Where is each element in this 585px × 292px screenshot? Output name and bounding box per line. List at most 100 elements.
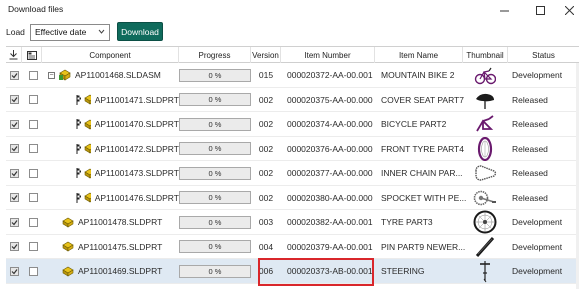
component-name: AP11001468.SLDASM — [75, 70, 161, 80]
item-name-cell: STEERING — [381, 266, 425, 276]
grid-header: Component Progress Version Item Number I… — [6, 47, 579, 63]
column-header-component[interactable]: Component — [42, 47, 179, 63]
progress-bar: 0 % — [179, 117, 251, 131]
item-number-cell: 000020375-AA-00.000 — [287, 94, 373, 105]
progress-bar: 0 % — [179, 68, 251, 82]
row-select-checkbox[interactable] — [29, 63, 38, 87]
download-icon — [9, 50, 18, 60]
checkered-flag-icon — [76, 94, 82, 105]
checkered-flag-icon — [76, 192, 82, 203]
column-header-version[interactable]: Version — [251, 47, 281, 63]
load-dropdown-value: Effective date — [35, 27, 87, 37]
table-row[interactable]: AP11001470.SLDPRT 0 % 002 000020374-AA-0… — [6, 112, 579, 137]
item-name-cell: BICYCLE PART2 — [381, 119, 447, 129]
status-cell: Released — [512, 168, 548, 178]
row-download-checkbox[interactable] — [10, 88, 19, 112]
table-row[interactable]: AP11001473.SLDPRT 0 % 002 000020377-AA-0… — [6, 161, 579, 186]
row-select-checkbox[interactable] — [29, 137, 38, 161]
version-cell: 002 — [258, 143, 274, 154]
row-select-checkbox[interactable] — [29, 161, 38, 185]
status-cell: Released — [512, 94, 548, 105]
component-name: AP11001470.SLDPRT — [94, 119, 179, 129]
version-cell: 003 — [258, 217, 274, 227]
progress-bar: 0 % — [179, 142, 251, 155]
row-download-checkbox[interactable] — [10, 186, 19, 210]
version-cell: 002 — [258, 94, 274, 105]
load-dropdown[interactable]: Effective date — [30, 24, 110, 41]
checkered-flag-icon — [76, 168, 82, 178]
maximize-button[interactable] — [524, 0, 556, 20]
status-cell: Development — [512, 241, 563, 252]
expand-collapse-icon[interactable]: − — [48, 71, 55, 79]
row-download-checkbox[interactable] — [10, 63, 19, 87]
row-download-checkbox[interactable] — [10, 235, 19, 259]
version-cell: 002 — [258, 192, 274, 203]
row-select-checkbox[interactable] — [29, 259, 38, 283]
item-name-cell: FRONT TYRE PART4 — [381, 143, 464, 154]
row-select-checkbox[interactable] — [29, 112, 38, 136]
frame-thumbnail — [468, 112, 502, 136]
item-name-cell: SPOCKET WITH PE... — [381, 192, 467, 203]
download-column-header[interactable] — [6, 47, 22, 63]
item-name-cell: COVER SEAT PART7 — [381, 94, 464, 105]
status-cell: Development — [512, 266, 563, 276]
table-row[interactable]: − AP11001468.SLDASM 0 % 015 000020372-AA… — [6, 63, 579, 88]
row-download-checkbox[interactable] — [10, 112, 19, 136]
component-name: AP11001478.SLDPRT — [78, 217, 163, 227]
table-row[interactable]: AP11001475.SLDPRT 0 % 004 000020379-AA-0… — [6, 235, 579, 259]
download-button[interactable]: Download — [117, 22, 163, 41]
table-row[interactable]: AP11001471.SLDPRT 0 % 002 000020375-AA-0… — [6, 88, 579, 112]
part-icon — [84, 168, 91, 179]
vertical-scrollbar[interactable] — [576, 63, 579, 289]
table-row[interactable]: AP11001476.SLDPRT 0 % 002 000020380-AA-0… — [6, 186, 579, 210]
component-name: AP11001476.SLDPRT — [94, 192, 179, 203]
progress-cell: 0 % — [179, 161, 251, 185]
close-button[interactable] — [553, 0, 585, 20]
checkered-flag-icon — [76, 143, 82, 154]
item-number-cell: 000020377-AA-00.000 — [287, 168, 373, 178]
column-header-item-number[interactable]: Item Number — [281, 47, 375, 63]
component-name: AP11001469.SLDPRT — [78, 266, 163, 276]
part-icon — [84, 119, 91, 130]
part-icon — [84, 192, 91, 203]
progress-cell: 0 % — [179, 88, 251, 112]
part-icon — [62, 241, 74, 252]
row-download-checkbox[interactable] — [10, 210, 19, 234]
progress-bar: 0 % — [179, 215, 251, 229]
table-row[interactable]: AP11001478.SLDPRT 0 % 003 000020382-AA-0… — [6, 210, 579, 235]
progress-bar: 0 % — [179, 166, 251, 180]
status-cell: Development — [512, 70, 563, 80]
row-select-checkbox[interactable] — [29, 235, 38, 259]
component-cell: − AP11001468.SLDASM — [48, 63, 179, 87]
version-cell: 015 — [258, 70, 274, 80]
column-header-item-name[interactable]: Item Name — [375, 47, 463, 63]
row-select-checkbox[interactable] — [29, 88, 38, 112]
minimize-button[interactable] — [488, 0, 520, 20]
assembly-icon — [59, 69, 71, 81]
window-title: Download files — [8, 4, 64, 14]
thumbnail-toggle-header[interactable] — [22, 47, 42, 63]
title-bar: Download files — [0, 0, 585, 20]
column-header-thumbnail[interactable]: Thumbnail — [463, 47, 508, 63]
load-label: Load — [6, 27, 25, 37]
version-cell: 002 — [258, 119, 274, 129]
column-header-progress[interactable]: Progress — [179, 47, 251, 63]
maximize-icon — [535, 5, 545, 15]
column-header-status[interactable]: Status — [508, 47, 579, 63]
row-download-checkbox[interactable] — [10, 137, 19, 161]
item-name-cell: INNER CHAIN PAR... — [381, 168, 463, 178]
row-download-checkbox[interactable] — [10, 259, 19, 283]
version-cell: 002 — [258, 168, 274, 178]
checkmark-icon — [11, 219, 18, 225]
component-cell: AP11001475.SLDPRT — [62, 235, 179, 259]
item-number-cell: 000020372-AA-00.001 — [287, 70, 373, 80]
component-cell: AP11001478.SLDPRT — [62, 210, 179, 234]
component-cell: AP11001470.SLDPRT — [76, 112, 179, 136]
row-select-checkbox[interactable] — [29, 210, 38, 234]
item-number-cell: 000020380-AA-00.000 — [287, 192, 373, 203]
item-name-cell: PIN PART9 NEWER... — [381, 241, 466, 252]
checkered-flag-icon — [76, 119, 82, 129]
table-row[interactable]: AP11001472.SLDPRT 0 % 002 000020376-AA-0… — [6, 136, 579, 161]
row-download-checkbox[interactable] — [10, 161, 19, 185]
row-select-checkbox[interactable] — [29, 186, 38, 210]
